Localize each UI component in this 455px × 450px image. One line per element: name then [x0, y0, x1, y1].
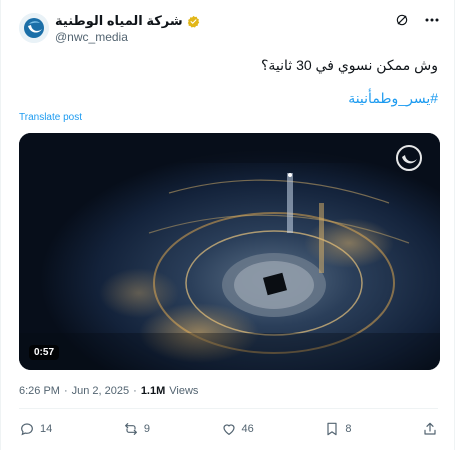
verified-badge-icon	[187, 15, 199, 28]
share-icon	[424, 422, 436, 435]
grok-icon[interactable]	[394, 12, 410, 28]
repost-button[interactable]: 9	[123, 421, 150, 437]
more-options-icon[interactable]	[424, 12, 440, 28]
repost-icon	[124, 423, 137, 435]
hashtag-link[interactable]: #يسر_وطمأنينة	[348, 90, 438, 107]
meta-separator: ·	[133, 385, 137, 397]
post-meta: 6:26 PM · Jun 2, 2025 · 1.1M Views	[19, 385, 198, 397]
brand-logo-icon	[19, 13, 49, 43]
bookmark-icon	[327, 422, 337, 436]
views-count: 1.1M	[140, 385, 166, 397]
reply-count: 14	[40, 423, 53, 435]
like-button[interactable]: 46	[221, 421, 254, 437]
repost-count: 9	[143, 423, 150, 435]
views-label: Views	[169, 385, 199, 397]
video-thumbnail	[19, 133, 440, 370]
post-text: وش ممكن نسوي في 30 ثانية؟	[260, 57, 438, 73]
post-date[interactable]: Jun 2, 2025	[72, 385, 130, 397]
heart-icon	[222, 424, 235, 435]
post-card: شركة المياه الوطنية @nwc_media وش ممكن ن…	[0, 0, 455, 450]
account-name[interactable]: شركة المياه الوطنية	[55, 13, 183, 29]
translate-post-link[interactable]: Translate post	[19, 112, 82, 123]
avatar[interactable]	[19, 13, 49, 43]
account-handle[interactable]: @nwc_media	[55, 30, 128, 44]
meta-separator: ·	[63, 385, 68, 397]
bookmark-button[interactable]: 8	[324, 421, 351, 437]
video-duration: 0:57	[29, 345, 60, 360]
like-count: 46	[241, 423, 254, 435]
post-header-actions	[394, 12, 440, 28]
bookmark-count: 8	[345, 423, 352, 435]
post-time[interactable]: 6:26 PM	[19, 385, 60, 397]
action-bar: 14 9 46 8	[19, 418, 438, 440]
share-button[interactable]	[422, 421, 438, 437]
reply-icon	[21, 423, 33, 436]
reply-button[interactable]: 14	[19, 421, 52, 437]
account-name-row[interactable]: شركة المياه الوطنية	[55, 13, 200, 29]
video-player[interactable]: 0:57	[19, 133, 440, 370]
watermark-logo-icon	[396, 145, 422, 171]
divider	[19, 408, 438, 409]
